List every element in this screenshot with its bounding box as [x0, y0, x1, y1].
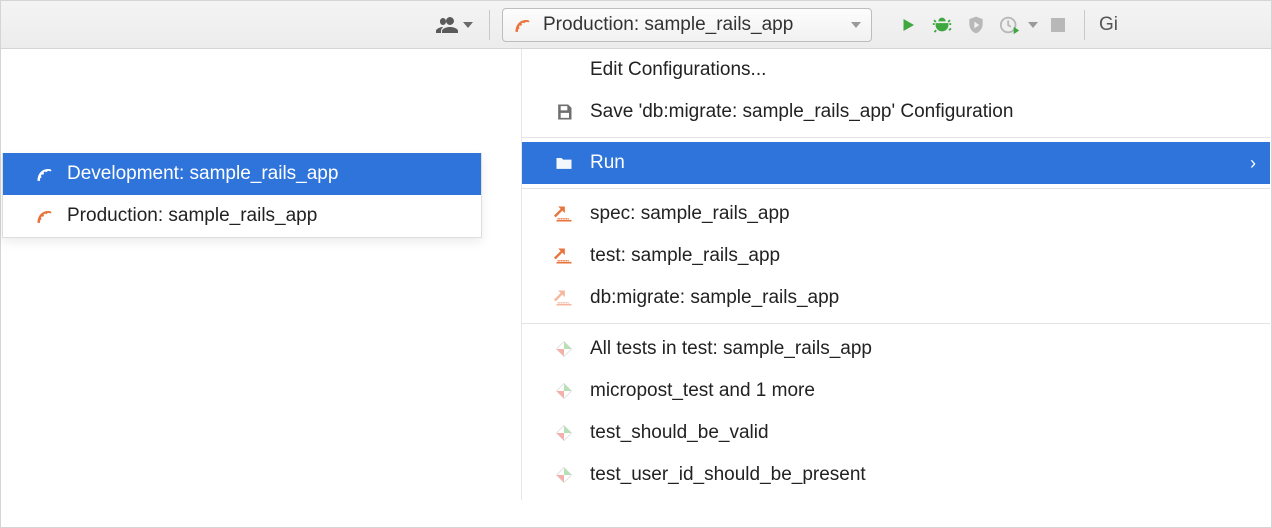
menu-item-label: spec: sample_rails_app	[590, 203, 790, 225]
menu-separator	[522, 323, 1270, 324]
menu-item-label: test: sample_rails_app	[590, 245, 780, 267]
menu-item-userid[interactable]: test_user_id_should_be_present	[522, 454, 1270, 496]
clock-run-icon	[999, 14, 1021, 36]
toolbar: Production: sample_rails_app Gi	[1, 1, 1271, 49]
menu-item-alltests[interactable]: All tests in test: sample_rails_app	[522, 328, 1270, 370]
submenu-item-production[interactable]: Production: sample_rails_app	[3, 195, 481, 237]
collaborators-button[interactable]	[431, 11, 477, 39]
test-icon	[552, 381, 576, 401]
run-submenu: Development: sample_rails_app Production…	[2, 153, 482, 238]
menu-item-valid[interactable]: test_should_be_valid	[522, 412, 1270, 454]
chevron-down-icon	[851, 22, 861, 28]
menu-item-label: test_should_be_valid	[590, 422, 769, 444]
menu-separator	[522, 188, 1270, 189]
play-icon	[899, 16, 917, 34]
run-config-label: Production: sample_rails_app	[543, 14, 793, 36]
rake-icon	[552, 204, 576, 224]
rails-icon	[35, 206, 55, 226]
rake-icon	[552, 288, 576, 308]
git-label: Gi	[1099, 14, 1118, 36]
menu-item-label: Run	[590, 152, 625, 174]
menu-item-label: All tests in test: sample_rails_app	[590, 338, 872, 360]
users-icon	[435, 13, 459, 37]
rake-icon	[552, 246, 576, 266]
menu-edit-configurations[interactable]: Edit Configurations...	[522, 49, 1270, 91]
test-icon	[552, 465, 576, 485]
run-config-dropdown[interactable]: Production: sample_rails_app	[502, 8, 872, 42]
chevron-right-icon: ›	[1250, 153, 1256, 174]
run-button[interactable]	[894, 11, 922, 39]
menu-separator	[522, 137, 1270, 138]
toolbar-separator	[489, 10, 490, 40]
test-icon	[552, 339, 576, 359]
stop-icon	[1051, 18, 1065, 32]
menu-item-dbmigrate[interactable]: db:migrate: sample_rails_app	[522, 277, 1270, 319]
test-icon	[552, 423, 576, 443]
stop-button[interactable]	[1044, 11, 1072, 39]
chevron-down-icon	[1028, 22, 1038, 28]
shield-play-icon	[966, 15, 986, 35]
folder-icon	[552, 153, 576, 173]
rails-icon	[513, 15, 533, 35]
menu-item-label: micropost_test and 1 more	[590, 380, 815, 402]
menu-item-label: Edit Configurations...	[590, 59, 766, 81]
menu-item-label: Save 'db:migrate: sample_rails_app' Conf…	[590, 101, 1013, 123]
save-icon	[552, 102, 576, 122]
menu-item-test[interactable]: test: sample_rails_app	[522, 235, 1270, 277]
menu-save-configuration[interactable]: Save 'db:migrate: sample_rails_app' Conf…	[522, 91, 1270, 133]
rails-icon	[35, 164, 55, 184]
submenu-item-development[interactable]: Development: sample_rails_app	[3, 153, 481, 195]
coverage-button[interactable]	[962, 11, 990, 39]
chevron-down-icon	[463, 22, 473, 28]
run-config-menu: Edit Configurations... Save 'db:migrate:…	[521, 49, 1270, 500]
submenu-item-label: Production: sample_rails_app	[67, 205, 317, 227]
profile-button[interactable]	[996, 11, 1024, 39]
menu-item-spec[interactable]: spec: sample_rails_app	[522, 193, 1270, 235]
debug-button[interactable]	[928, 11, 956, 39]
menu-run-submenu[interactable]: Run ›	[522, 142, 1270, 184]
toolbar-separator	[1084, 10, 1085, 40]
menu-item-label: test_user_id_should_be_present	[590, 464, 866, 486]
menu-item-label: db:migrate: sample_rails_app	[590, 287, 839, 309]
menu-item-micropost[interactable]: micropost_test and 1 more	[522, 370, 1270, 412]
submenu-item-label: Development: sample_rails_app	[67, 163, 338, 185]
bug-icon	[931, 14, 953, 36]
